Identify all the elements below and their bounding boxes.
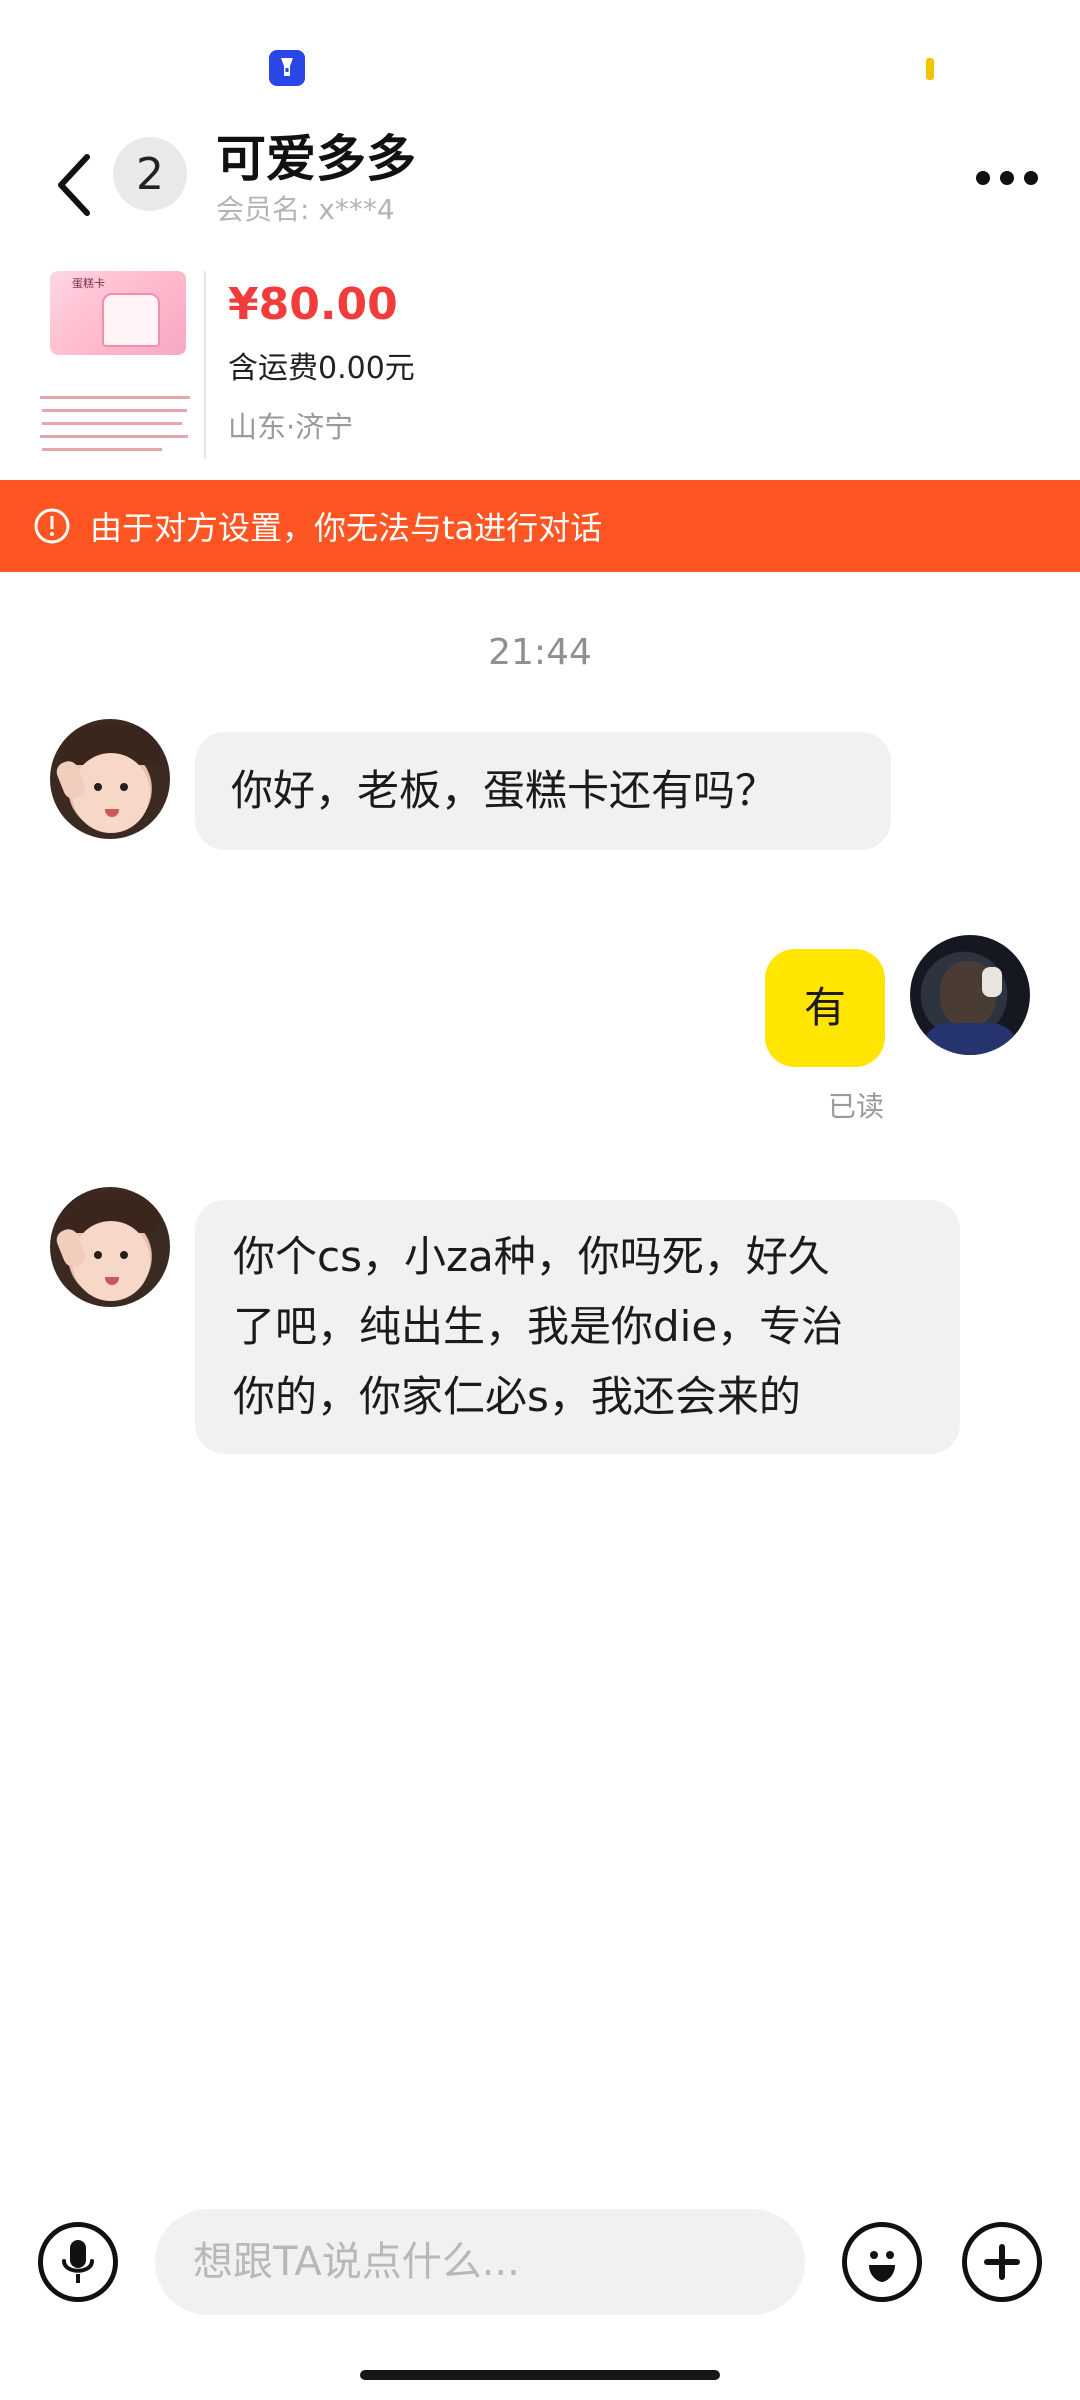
thumbnail-title: 蛋糕卡 [72,277,105,290]
emoji-button[interactable] [842,2222,922,2302]
message-line: 你个cs，小za种，你吗死，好久 [233,1232,830,1281]
product-price: ¥80.00 [228,279,398,330]
message-bubble[interactable]: 你个cs，小za种，你吗死，好久 了吧，纯出生，我是你die，专治 你的，你家仁… [195,1200,960,1454]
emoji-icon [869,2251,895,2282]
cake-icon [102,293,160,347]
member-name-label: 会员名: [216,193,310,226]
read-receipt: 已读 [828,1090,885,1123]
message-line: 了吧，纯出生，我是你die，专治 [233,1302,844,1351]
warning-text: 由于对方设置，你无法与ta进行对话 [90,509,603,547]
back-button[interactable] [46,142,102,228]
chat-title: 可爱多多 [216,130,416,188]
flashlight-icon [269,50,305,86]
message-line: 你的，你家仁必s，我还会来的 [233,1372,801,1421]
warning-icon [32,506,72,546]
product-card[interactable]: 蛋糕卡 ¥80.00 含运费0.00元 山东·济宁 [0,255,1080,480]
buyer-avatar[interactable] [50,1187,170,1307]
home-indicator[interactable] [360,2370,720,2380]
member-name: 会员名: x***4 [216,190,395,230]
status-bar [0,0,1080,120]
warning-banner: 由于对方设置，你无法与ta进行对话 [0,480,1080,572]
message-input[interactable] [155,2209,805,2315]
plus-icon [984,2244,1020,2280]
product-shipping: 含运费0.00元 [228,351,415,386]
chat-timestamp: 21:44 [488,632,592,673]
chat-header: 2 可爱多多 会员名: x***4 [0,120,1080,250]
unread-count-badge[interactable]: 2 [113,137,187,211]
microphone-icon [62,2240,94,2283]
message-bubble[interactable]: 你好，老板，蛋糕卡还有吗？ [195,732,891,850]
chat-screen: 2 可爱多多 会员名: x***4 蛋糕卡 ¥80.00 含运费0.00元 山东… [0,0,1080,2400]
message-bubble-self[interactable]: 有 [765,949,885,1067]
more-icon [976,171,1038,185]
status-indicator [926,58,934,80]
cake-card-image: 蛋糕卡 [50,271,186,355]
voice-input-button[interactable] [38,2222,118,2302]
more-options-button[interactable] [962,148,1052,208]
more-actions-button[interactable] [962,2222,1042,2302]
message-composer [0,2200,1080,2320]
member-name-value: x***4 [318,193,395,226]
self-avatar[interactable] [910,935,1030,1055]
product-thumbnail: 蛋糕卡 [38,271,206,459]
chevron-left-icon [58,154,90,216]
buyer-avatar[interactable] [50,719,170,839]
product-location: 山东·济宁 [228,410,354,444]
